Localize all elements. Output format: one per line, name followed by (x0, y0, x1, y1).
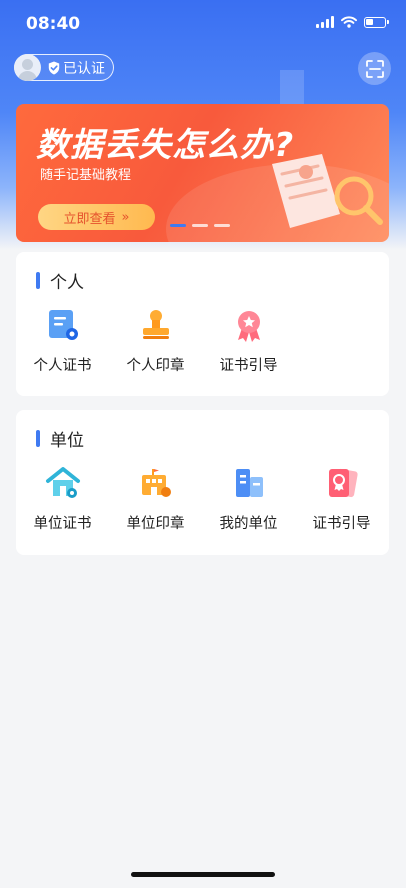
personal-certificate-label: 个人证书 (33, 358, 92, 374)
promo-banner[interactable]: 数据丢失怎么办? 随手记基础教程 立即查看 » (16, 104, 389, 242)
house-certificate-icon (44, 464, 82, 502)
pagination-dot[interactable] (192, 224, 208, 227)
seal-icon (137, 306, 175, 344)
personal-section-title: 个人 (36, 268, 84, 293)
organization-certificate-guide-label: 证书引导 (312, 516, 371, 532)
battery-icon (364, 16, 389, 28)
organization-seal-label: 单位印章 (126, 516, 185, 532)
organization-certificate-guide-item[interactable]: 证书引导 (295, 464, 388, 533)
organization-section: 单位 单位证书 单位印章 我的单位 证书引导 (16, 410, 389, 555)
banner-view-button[interactable]: 立即查看 » (38, 204, 155, 230)
personal-section-label: 个人 (50, 273, 84, 293)
scan-button[interactable] (358, 52, 391, 85)
organization-seal-item[interactable]: 单位印章 (109, 464, 202, 533)
verified-shield-icon (48, 61, 60, 75)
organization-certificate-item[interactable]: 单位证书 (16, 464, 109, 533)
award-card-icon (323, 464, 361, 502)
organization-certificate-label: 单位证书 (33, 516, 92, 532)
avatar[interactable] (14, 54, 41, 81)
organization-section-title: 单位 (36, 426, 84, 451)
wifi-icon (341, 16, 357, 28)
building-seal-icon (137, 464, 175, 502)
personal-section: 个人 个人证书 个人印章 证书引导 (16, 252, 389, 396)
section-accent-bar (36, 272, 40, 289)
my-organization-item[interactable]: 我的单位 (202, 464, 295, 533)
my-organization-label: 我的单位 (219, 516, 278, 532)
double-chevron-right-icon: » (121, 209, 130, 225)
section-accent-bar (36, 430, 40, 447)
certificate-guide-item[interactable]: 证书引导 (202, 306, 295, 375)
personal-grid: 个人证书 个人印章 证书引导 (16, 306, 389, 375)
organization-grid: 单位证书 单位印章 我的单位 证书引导 (16, 464, 389, 533)
buildings-icon (230, 464, 268, 502)
auth-status-label: 已认证 (63, 60, 105, 77)
pagination-dot[interactable] (214, 224, 230, 227)
award-icon (230, 306, 268, 344)
status-time: 08:40 (26, 14, 81, 34)
receipt-magnifier-illustration (272, 154, 383, 228)
banner-view-button-label: 立即查看 (63, 211, 116, 227)
organization-section-label: 单位 (50, 431, 84, 451)
personal-seal-label: 个人印章 (126, 358, 185, 374)
certificate-icon (44, 306, 82, 344)
banner-subtitle: 随手记基础教程 (40, 168, 132, 183)
scan-icon (365, 59, 384, 78)
cellular-signal-icon (316, 16, 334, 28)
status-bar: 08:40 (0, 0, 406, 50)
home-indicator[interactable] (131, 872, 275, 877)
banner-pagination[interactable] (170, 224, 230, 227)
auth-status-pill[interactable]: 已认证 (14, 54, 114, 81)
certificate-guide-label: 证书引导 (219, 358, 278, 374)
personal-seal-item[interactable]: 个人印章 (109, 306, 202, 375)
pagination-dot[interactable] (170, 224, 186, 227)
status-icons (316, 16, 389, 28)
personal-certificate-item[interactable]: 个人证书 (16, 306, 109, 375)
